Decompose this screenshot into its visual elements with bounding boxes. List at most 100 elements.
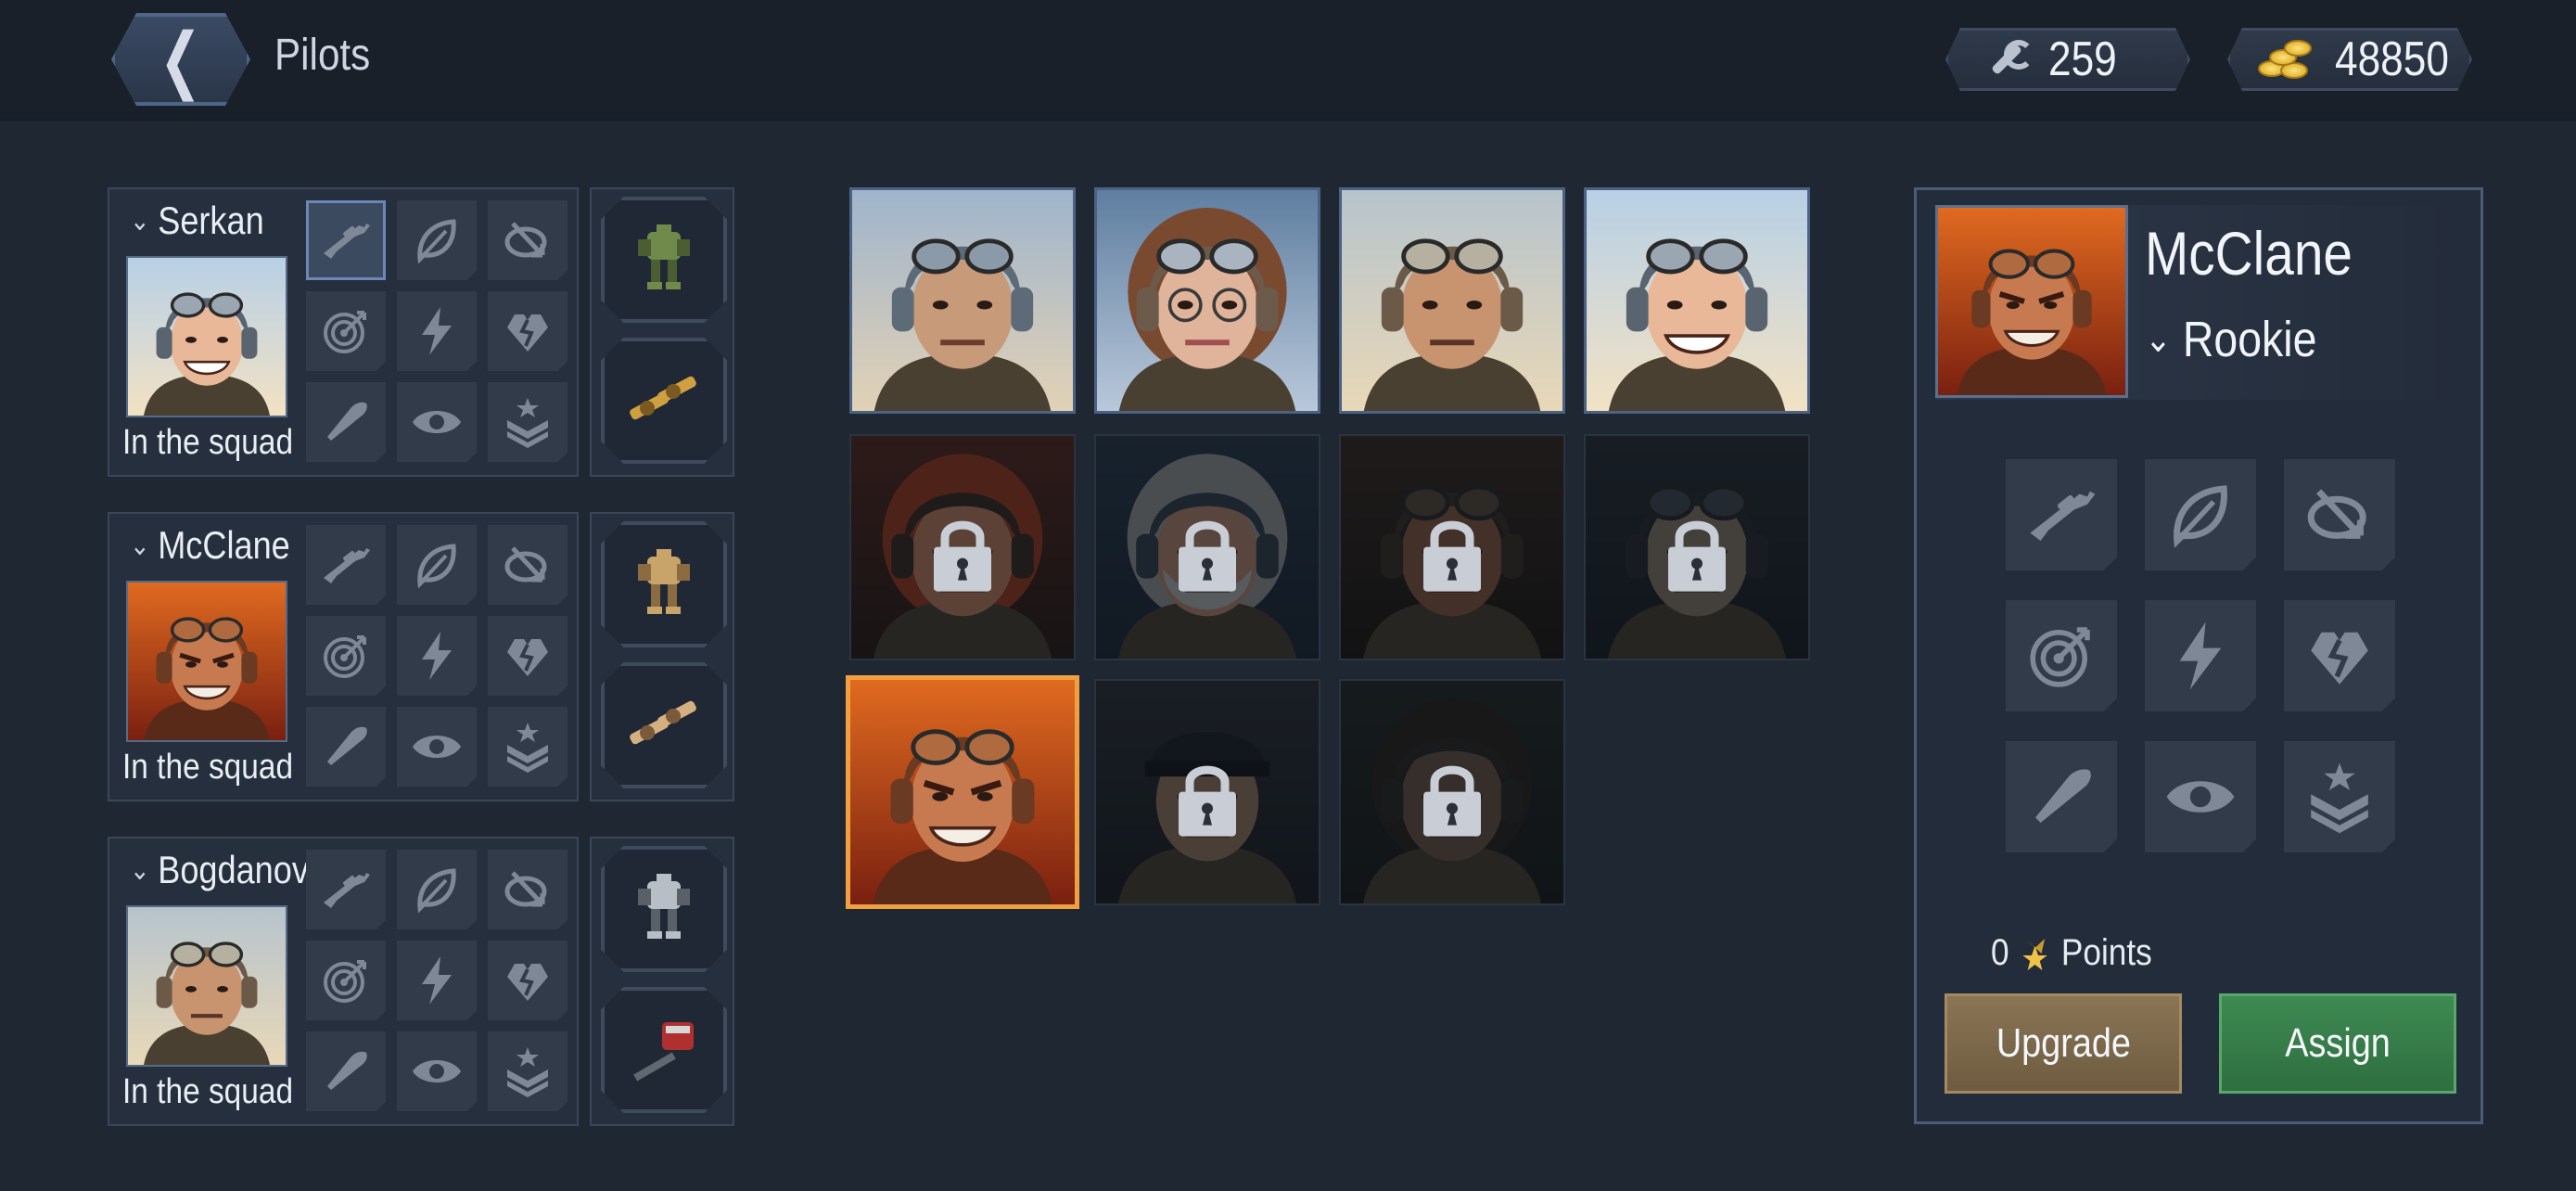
skill-slot[interactable]	[306, 525, 386, 605]
weapon-slot[interactable]	[601, 987, 727, 1113]
assign-label: Assign	[2285, 1020, 2391, 1066]
lightning-icon	[409, 628, 465, 684]
star-medal-icon	[2022, 938, 2047, 970]
back-button[interactable]: ❮	[111, 13, 250, 106]
squad-skill-grid	[306, 525, 567, 794]
skill-slot[interactable]	[488, 382, 567, 462]
skill-slot[interactable]	[397, 382, 477, 462]
target-arrow-icon	[2301, 476, 2378, 554]
locked-pilot-tile[interactable]	[1584, 434, 1810, 660]
squad-pilot-portrait[interactable]	[126, 256, 287, 417]
skill-slot[interactable]	[397, 291, 477, 371]
detail-portrait	[1935, 205, 2128, 398]
assign-button[interactable]: Assign	[2219, 993, 2456, 1094]
upgrade-button[interactable]: Upgrade	[1945, 993, 2182, 1094]
detail-rank[interactable]: ⌄ Rookie	[2145, 311, 2316, 368]
detail-skill-slot[interactable]	[2145, 600, 2256, 711]
pilot-tile[interactable]	[1584, 187, 1810, 414]
crosshair-target-icon	[318, 303, 374, 359]
squad-pilot-name-row[interactable]: ⌄ Bogdanov	[130, 848, 309, 892]
locked-pilot-tile[interactable]	[1094, 679, 1320, 905]
skill-slot[interactable]	[488, 1031, 567, 1111]
points-label: Points	[2060, 932, 2152, 973]
detail-skill-slot[interactable]	[2145, 741, 2256, 852]
locked-pilot-tile[interactable]	[1339, 434, 1565, 660]
skill-slot[interactable]	[397, 525, 477, 605]
skill-slot[interactable]	[306, 850, 386, 929]
skill-slot[interactable]	[306, 941, 386, 1020]
squad-pilot-portrait[interactable]	[126, 905, 287, 1067]
skill-slot[interactable]	[306, 1031, 386, 1111]
squad-pilot-name-row[interactable]: ⌄ Serkan	[130, 198, 264, 243]
squad-pilot-portrait[interactable]	[126, 581, 287, 742]
equipment-card	[590, 187, 734, 477]
lock-icon	[1420, 761, 1485, 840]
eye-icon	[409, 719, 465, 775]
locked-pilot-tile[interactable]	[1094, 434, 1320, 660]
skill-slot[interactable]	[488, 525, 567, 605]
detail-skill-slot[interactable]	[2284, 459, 2395, 570]
skill-slot[interactable]	[397, 200, 477, 280]
page-title: Pilots	[274, 31, 371, 80]
squad-pilot-name: McClane	[158, 523, 290, 567]
eye-icon	[409, 394, 465, 450]
weapon-slot[interactable]	[601, 338, 727, 464]
bullet-icon	[318, 719, 374, 775]
bullet-icon	[2022, 758, 2100, 836]
skill-slot[interactable]	[306, 382, 386, 462]
red-hammer-icon	[619, 1005, 708, 1095]
pilot-tile[interactable]	[1339, 187, 1565, 414]
leaf-icon	[409, 862, 465, 917]
mech-slot[interactable]	[601, 197, 727, 323]
skill-slot[interactable]	[488, 200, 567, 280]
broken-heart-icon	[2301, 617, 2378, 695]
golden-cannons-icon	[619, 356, 708, 445]
skill-slot[interactable]	[397, 850, 477, 929]
pilot-detail-panel: McClane ⌄ Rookie 0 Points Upgrade Assign	[1914, 187, 2483, 1124]
detail-skill-slot[interactable]	[2006, 459, 2117, 570]
pilot-portrait-image	[1938, 208, 2125, 395]
detail-skill-slot[interactable]	[2284, 741, 2395, 852]
gold-value: 48850	[2335, 32, 2450, 86]
sniper-rifle-icon	[318, 537, 374, 593]
skill-slot[interactable]	[488, 850, 567, 929]
weapon-slot[interactable]	[601, 662, 727, 788]
pilot-tile[interactable]	[849, 187, 1076, 414]
detail-skill-slot[interactable]	[2145, 459, 2256, 570]
mech-slot[interactable]	[601, 846, 727, 972]
skill-slot[interactable]	[488, 291, 567, 371]
pilot-tile[interactable]	[846, 675, 1079, 909]
locked-pilot-tile[interactable]	[849, 434, 1076, 660]
skill-slot[interactable]	[488, 616, 567, 696]
crosshair-target-icon	[318, 628, 374, 684]
skill-slot[interactable]	[306, 291, 386, 371]
eye-icon	[409, 1044, 465, 1099]
squad-card[interactable]: ⌄ McClane In the squad	[108, 512, 579, 801]
pilot-tile[interactable]	[1094, 187, 1320, 414]
bronze-launcher-icon	[619, 681, 708, 770]
mech-slot[interactable]	[601, 521, 727, 647]
detail-skill-slot[interactable]	[2006, 600, 2117, 711]
skill-slot[interactable]	[488, 707, 567, 787]
detail-skill-slot[interactable]	[2284, 600, 2395, 711]
skill-slot[interactable]	[397, 616, 477, 696]
squad-status: In the squad	[122, 423, 294, 462]
tan-mech-icon	[619, 540, 708, 629]
skill-slot[interactable]	[397, 707, 477, 787]
squad-card[interactable]: ⌄ Serkan In the squad	[108, 187, 579, 477]
squad-card[interactable]: ⌄ Bogdanov In the squad	[108, 837, 579, 1126]
chevron-down-icon: ⌄	[130, 854, 150, 886]
leaf-icon	[409, 212, 465, 268]
skill-slot[interactable]	[397, 1031, 477, 1111]
skill-slot[interactable]	[306, 707, 386, 787]
skill-slot[interactable]	[488, 941, 567, 1020]
detail-skill-slot[interactable]	[2006, 741, 2117, 852]
target-arrow-icon	[500, 537, 555, 593]
skill-slot[interactable]	[306, 616, 386, 696]
lightning-icon	[2162, 617, 2239, 695]
squad-pilot-name-row[interactable]: ⌄ McClane	[130, 523, 290, 568]
skill-slot[interactable]	[397, 941, 477, 1020]
locked-pilot-tile[interactable]	[1339, 679, 1565, 905]
skill-slot[interactable]	[306, 200, 386, 280]
chevron-down-icon: ⌄	[2145, 319, 2172, 360]
